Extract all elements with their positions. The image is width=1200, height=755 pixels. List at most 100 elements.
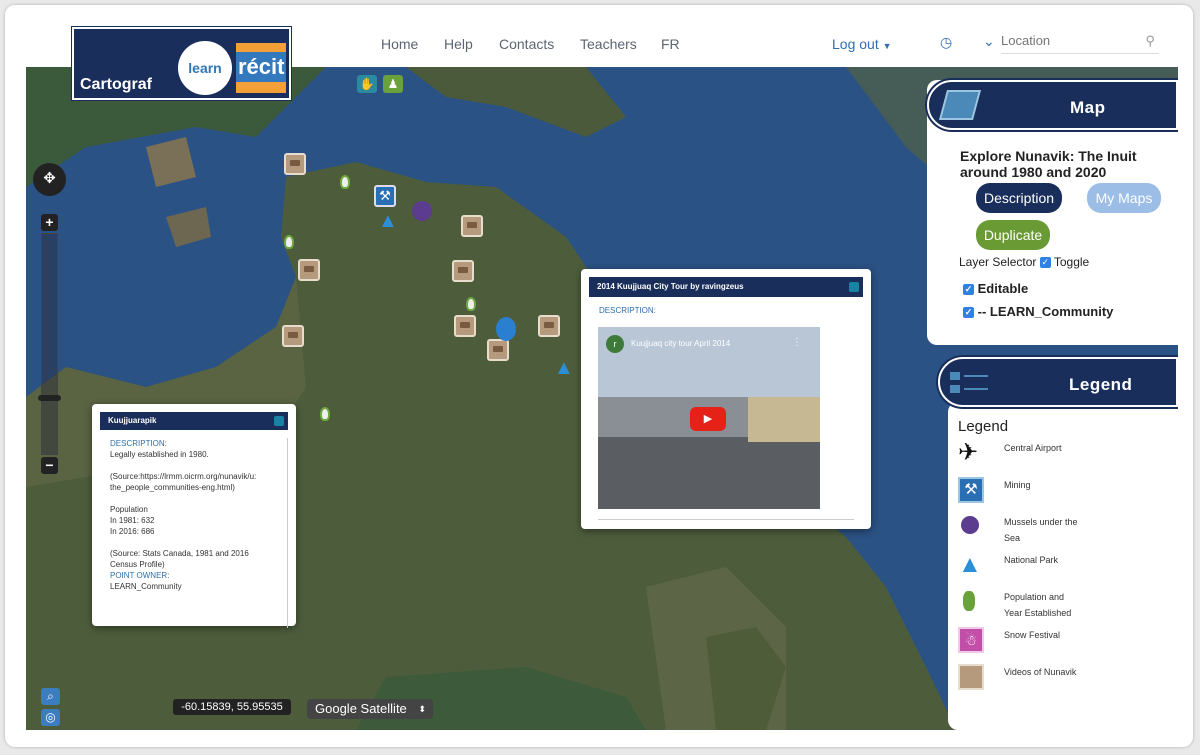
video-marker[interactable] — [452, 260, 474, 282]
location-input[interactable] — [1001, 33, 1131, 48]
learn-logo: learn — [178, 41, 232, 95]
legend-label: Videos of Nunavik — [1004, 667, 1077, 677]
description-button[interactable]: Description — [976, 183, 1062, 213]
video-marker[interactable] — [282, 325, 304, 347]
desc-line: Census Profile) — [110, 560, 165, 569]
park-marker[interactable]: ▲ — [554, 357, 574, 380]
legend-label: Mussels under the Sea — [1004, 517, 1078, 543]
logout-link[interactable]: Log out ▼ — [832, 36, 892, 52]
toggle-checkbox[interactable]: ✓ — [1039, 257, 1051, 269]
nav-contacts-link[interactable]: Contacts — [499, 36, 554, 52]
play-button-icon[interactable]: ▶ — [690, 407, 726, 431]
location-search[interactable]: ⚲ — [1001, 32, 1159, 54]
editable-row: ✓ Editable — [963, 281, 1028, 296]
toggle-label: Toggle — [1053, 255, 1090, 269]
legend-panel: Legend Legend ✈ Central Airport ⚒ Mining… — [938, 357, 1178, 730]
channel-avatar[interactable]: r — [606, 335, 624, 353]
zoom-slider[interactable] — [41, 233, 58, 455]
park-marker[interactable]: ▲ — [378, 210, 398, 233]
video-player[interactable]: r Kuujjuaq city tour April 2014 ⋮ ▶ — [598, 327, 820, 509]
legend-label: Population and Year Established — [1004, 592, 1072, 618]
nav-home-link[interactable]: Home — [381, 36, 418, 52]
desc-line: In 1981: 632 — [110, 516, 155, 525]
video-marker[interactable] — [454, 315, 476, 337]
map-title: Explore Nunavik: The Inuit around 1980 a… — [960, 148, 1137, 180]
mining-icon: ⚒ — [958, 477, 984, 503]
nav-teachers-link[interactable]: Teachers — [580, 36, 637, 52]
desc-line: (Source:https://lrmm.oicrm.org/nunavik/u… — [110, 472, 257, 481]
legend-label: National Park — [1004, 555, 1059, 565]
popup-header: 2014 Kuujjuaq City Tour by ravingzeus — [589, 277, 863, 297]
video-marker[interactable] — [538, 315, 560, 337]
person-icon — [963, 591, 975, 611]
airport-marker[interactable] — [496, 317, 516, 341]
video-marker[interactable] — [487, 339, 509, 361]
search-icon[interactable]: ⚲ — [1145, 33, 1155, 49]
person-tool-icon[interactable]: ♟ — [383, 75, 403, 93]
legend-panel-header[interactable]: Legend — [938, 357, 1178, 407]
zoom-out-button[interactable]: − — [41, 457, 58, 474]
hand-tool-icon[interactable]: ✋ — [357, 75, 377, 93]
logout-label: Log out — [832, 36, 879, 52]
map-canvas[interactable]: ✥ + − ⌕ ◎ ✋ ♟ ⚒ ▲ ▲ Kuujjuarapik DESCRIP… — [26, 67, 1178, 730]
legend-panel-title: Legend — [1069, 375, 1133, 394]
population-marker[interactable] — [340, 175, 350, 189]
desc-line: Legally established in 1980. — [110, 450, 209, 459]
snowman-icon: ☃ — [958, 627, 984, 653]
video-marker[interactable] — [461, 215, 483, 237]
pan-control[interactable]: ✥ — [33, 163, 66, 196]
nav-help-link[interactable]: Help — [444, 36, 473, 52]
map-icon — [938, 90, 982, 120]
editable-checkbox[interactable]: ✓ — [963, 284, 974, 296]
zoom-slider-handle[interactable] — [38, 395, 61, 401]
recit-logo-text: récit — [236, 52, 287, 82]
video-icon — [958, 664, 984, 690]
clock-icon[interactable]: ◷ — [940, 34, 952, 51]
locate-icon[interactable]: ◎ — [41, 709, 60, 726]
mussel-marker[interactable] — [412, 201, 432, 221]
airplane-icon: ✈ — [958, 439, 979, 466]
owner-value: LEARN_Community — [110, 582, 182, 591]
editable-label: Editable — [977, 281, 1029, 296]
desc-label: DESCRIPTION: — [110, 439, 167, 448]
tent-icon: ▲ — [958, 551, 982, 578]
population-marker[interactable] — [466, 297, 476, 311]
map-panel-title: Map — [1070, 98, 1106, 117]
layer-selector-label: Layer Selector — [959, 255, 1037, 269]
population-marker[interactable] — [284, 235, 294, 249]
popup-divider — [598, 519, 854, 520]
cartograf-logo[interactable]: Cartograf learn récit — [72, 27, 291, 100]
learn-logo-text: learn — [188, 60, 222, 76]
nav-fr-link[interactable]: FR — [661, 36, 680, 52]
select-arrow-icon: ⬍ — [418, 704, 426, 714]
caret-down-icon: ▼ — [882, 41, 892, 51]
popup-close-button[interactable] — [849, 282, 859, 292]
legend-label: Central Airport — [1004, 443, 1062, 453]
popup-title: 2014 Kuujjuaq City Tour by ravingzeus — [597, 282, 744, 291]
layer-selector-row: Layer Selector ✓ Toggle — [959, 255, 1089, 269]
logo-name: Cartograf — [80, 76, 153, 93]
video-title[interactable]: Kuujjuaq city tour April 2014 — [631, 339, 730, 348]
chevron-down-icon[interactable]: ⌄ — [983, 33, 995, 50]
query-tool-icon[interactable]: ⌕ — [41, 688, 60, 705]
more-options-icon[interactable]: ⋮ — [792, 337, 802, 348]
mymaps-button[interactable]: My Maps — [1087, 183, 1161, 213]
popup-video: 2014 Kuujjuaq City Tour by ravingzeus DE… — [581, 269, 871, 529]
duplicate-button[interactable]: Duplicate — [976, 220, 1050, 250]
maptype-select[interactable]: Google Satellite ⬍ — [307, 699, 433, 719]
mining-marker[interactable]: ⚒ — [374, 185, 396, 207]
video-marker[interactable] — [284, 153, 306, 175]
video-marker[interactable] — [298, 259, 320, 281]
map-panel-header[interactable]: Map — [927, 80, 1178, 130]
popup-body: DESCRIPTION: Legally established in 1980… — [92, 438, 288, 628]
recit-logo: récit — [236, 43, 287, 93]
population-marker[interactable] — [320, 407, 330, 421]
legend-label: Snow Festival — [1004, 630, 1061, 640]
desc-line: the_people_communities-eng.html) — [110, 483, 235, 492]
zoom-in-button[interactable]: + — [41, 214, 58, 231]
layer-checkbox[interactable]: ✓ — [963, 307, 974, 319]
desc-line: (Source: Stats Canada, 1981 and 2016 — [110, 549, 249, 558]
map-panel: Map Explore Nunavik: The Inuit around 19… — [927, 80, 1178, 345]
popup-close-button[interactable] — [274, 416, 284, 426]
layer-label: -- LEARN_Community — [977, 304, 1114, 319]
